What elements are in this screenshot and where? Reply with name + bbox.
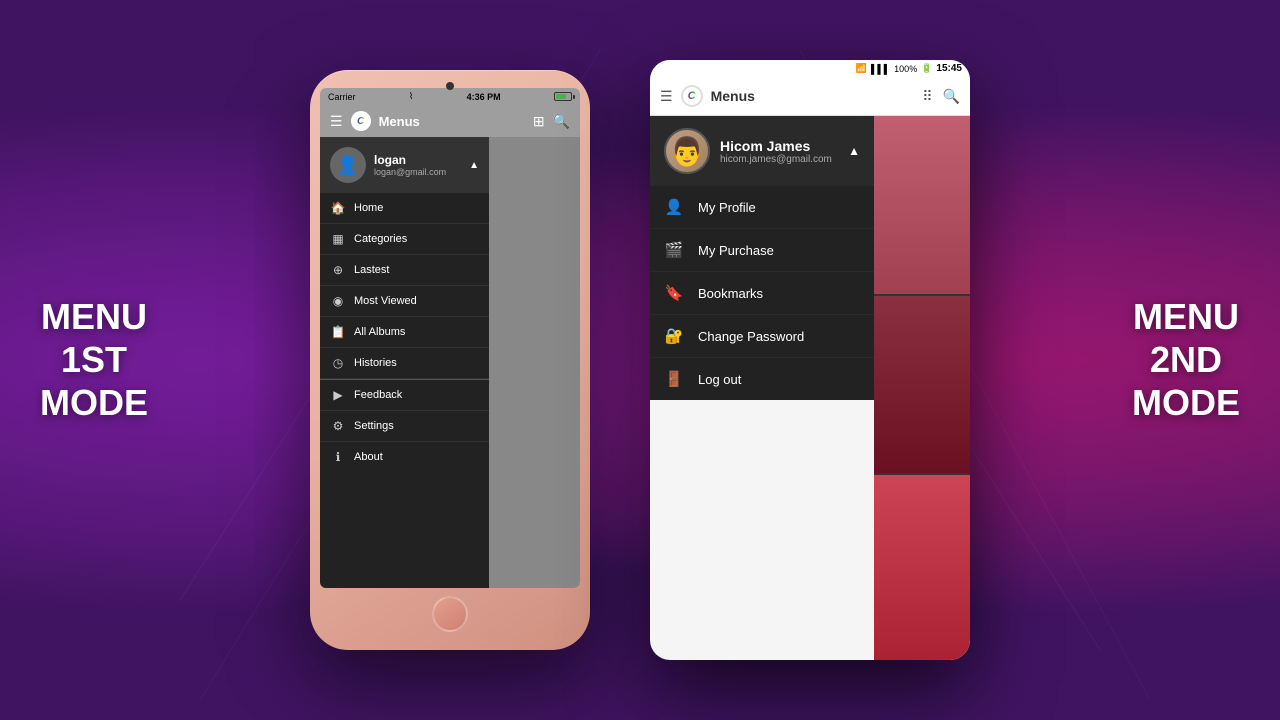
battery-fill [556,94,566,99]
android-hamburger-icon[interactable]: ☰ [660,88,673,105]
android-clock: 15:45 [936,63,962,74]
ios-battery [554,92,572,101]
about-icon: ℹ [330,450,346,464]
bookmarks-label: Bookmarks [698,286,763,301]
android-wifi-icon: 📶 [856,63,867,74]
menu-item-home-label: Home [354,202,383,214]
logout-icon: 🚪 [664,370,684,388]
my-purchase-label: My Purchase [698,243,774,258]
menu-item-feedback[interactable]: ▶ Feedback [320,380,489,411]
menu-item-categories-label: Categories [354,233,407,245]
android-app-name: Menus [711,88,915,104]
chevron-up-icon[interactable]: ▲ [469,160,479,171]
menu-item-settings-label: Settings [354,420,394,432]
android-screen: 📶 ▌▌▌ 100% 🔋 15:45 ☰ C Menus ⠿ 🔍 [650,60,970,660]
change-password-icon: 🔐 [664,327,684,345]
feedback-icon: ▶ [330,388,346,402]
menu-item-histories-label: Histories [354,357,397,369]
histories-icon: ◷ [330,356,346,370]
android-menu-item-logout[interactable]: 🚪 Log out [650,358,874,400]
mode-label-right: MENU 2ND MODE [1132,295,1240,425]
drawer-user-email: logan@gmail.com [374,167,461,177]
android-user-name: Hicom James [720,138,838,154]
grid-icon[interactable]: ⊞ [533,113,545,130]
bookmarks-icon: 🔖 [664,284,684,302]
android-content-right [874,116,970,660]
menu-item-home[interactable]: 🏠 Home [320,193,489,224]
menu-item-about[interactable]: ℹ About [320,442,489,472]
menu-item-most-viewed[interactable]: ◉ Most Viewed [320,286,489,317]
menu-item-lastest-label: Lastest [354,264,389,276]
menu-item-feedback-label: Feedback [354,389,402,401]
ios-toolbar-icons: ⊞ 🔍 [533,113,570,130]
android-signal-icon: ▌▌▌ [871,64,890,74]
android-grid-icon[interactable]: ⠿ [922,88,932,105]
android-device: 📶 ▌▌▌ 100% 🔋 15:45 ☰ C Menus ⠿ 🔍 [650,60,970,660]
my-profile-label: My Profile [698,200,756,215]
iphone-device: Carrier ⌇ 4:36 PM ☰ C Menus ⊞ 🔍 [310,70,590,650]
mode-label-left: MENU 1ST MODE [40,295,148,425]
android-drawer-header: 👨 Hicom James hicom.james@gmail.com ▲ [650,116,874,186]
android-user-info: Hicom James hicom.james@gmail.com [720,138,838,165]
menu-item-categories[interactable]: ▦ Categories [320,224,489,255]
search-icon[interactable]: 🔍 [553,113,570,130]
android-toolbar: ☰ C Menus ⠿ 🔍 [650,77,970,116]
categories-icon: ▦ [330,232,346,246]
android-menu-item-bookmarks[interactable]: 🔖 Bookmarks [650,272,874,315]
android-drawer-area: 👨 Hicom James hicom.james@gmail.com ▲ 👤 … [650,116,970,660]
profile-icon: 👤 [664,198,684,216]
change-password-label: Change Password [698,329,804,344]
menu-item-all-albums[interactable]: 📋 All Albums [320,317,489,348]
drawer-user-info: logan logan@gmail.com [374,153,461,177]
android-battery-text: 100% [894,64,917,74]
ios-time: 4:36 PM [467,92,501,102]
android-search-icon[interactable]: 🔍 [943,88,960,105]
iphone-screen: Carrier ⌇ 4:36 PM ☰ C Menus ⊞ 🔍 [320,88,580,588]
settings-icon: ⚙ [330,419,346,433]
menu-item-histories[interactable]: ◷ Histories [320,348,489,379]
android-statusbar: 📶 ▌▌▌ 100% 🔋 15:45 [650,60,970,77]
home-icon: 🏠 [330,201,346,215]
ios-wifi-icon: ⌇ [409,91,413,102]
android-avatar-icon: 👨 [670,135,705,168]
android-user-email: hicom.james@gmail.com [720,154,838,165]
logo-c-text: C [357,116,364,127]
menu-item-settings[interactable]: ⚙ Settings [320,411,489,442]
drawer-avatar: 👤 [330,147,366,183]
drawer-user-name: logan [374,153,461,167]
ios-statusbar: Carrier ⌇ 4:36 PM [320,88,580,105]
menu-item-most-viewed-label: Most Viewed [354,295,417,307]
app-logo: C [351,111,371,131]
hamburger-icon[interactable]: ☰ [330,113,343,130]
ios-drawer: 👤 logan logan@gmail.com ▲ 🏠 Home [320,137,489,588]
android-menu-item-my-purchase[interactable]: 🎬 My Purchase [650,229,874,272]
ios-carrier: Carrier [328,92,356,102]
android-logo-c: C [688,90,696,102]
android-menu-item-my-profile[interactable]: 👤 My Profile [650,186,874,229]
avatar-icon: 👤 [337,155,359,176]
lastest-icon: ⊕ [330,263,346,277]
android-avatar: 👨 [664,128,710,174]
battery-icon [554,92,572,101]
phones-container: Carrier ⌇ 4:36 PM ☰ C Menus ⊞ 🔍 [0,0,1280,720]
all-albums-icon: 📋 [330,325,346,339]
android-drawer: 👨 Hicom James hicom.james@gmail.com ▲ 👤 … [650,116,874,400]
android-app-logo: C [681,85,703,107]
android-chevron-up-icon[interactable]: ▲ [848,144,860,158]
menu-item-all-albums-label: All Albums [354,326,405,338]
logout-label: Log out [698,372,741,387]
menu-item-lastest[interactable]: ⊕ Lastest [320,255,489,286]
ios-toolbar: ☰ C Menus ⊞ 🔍 [320,105,580,137]
most-viewed-icon: ◉ [330,294,346,308]
app-name: Menus [379,114,525,129]
iphone-home-button[interactable] [432,596,468,632]
android-toolbar-icons: ⠿ 🔍 [922,88,960,105]
drawer-header: 👤 logan logan@gmail.com ▲ [320,137,489,193]
menu-item-about-label: About [354,451,383,463]
android-menu-item-change-password[interactable]: 🔐 Change Password [650,315,874,358]
purchase-icon: 🎬 [664,241,684,259]
